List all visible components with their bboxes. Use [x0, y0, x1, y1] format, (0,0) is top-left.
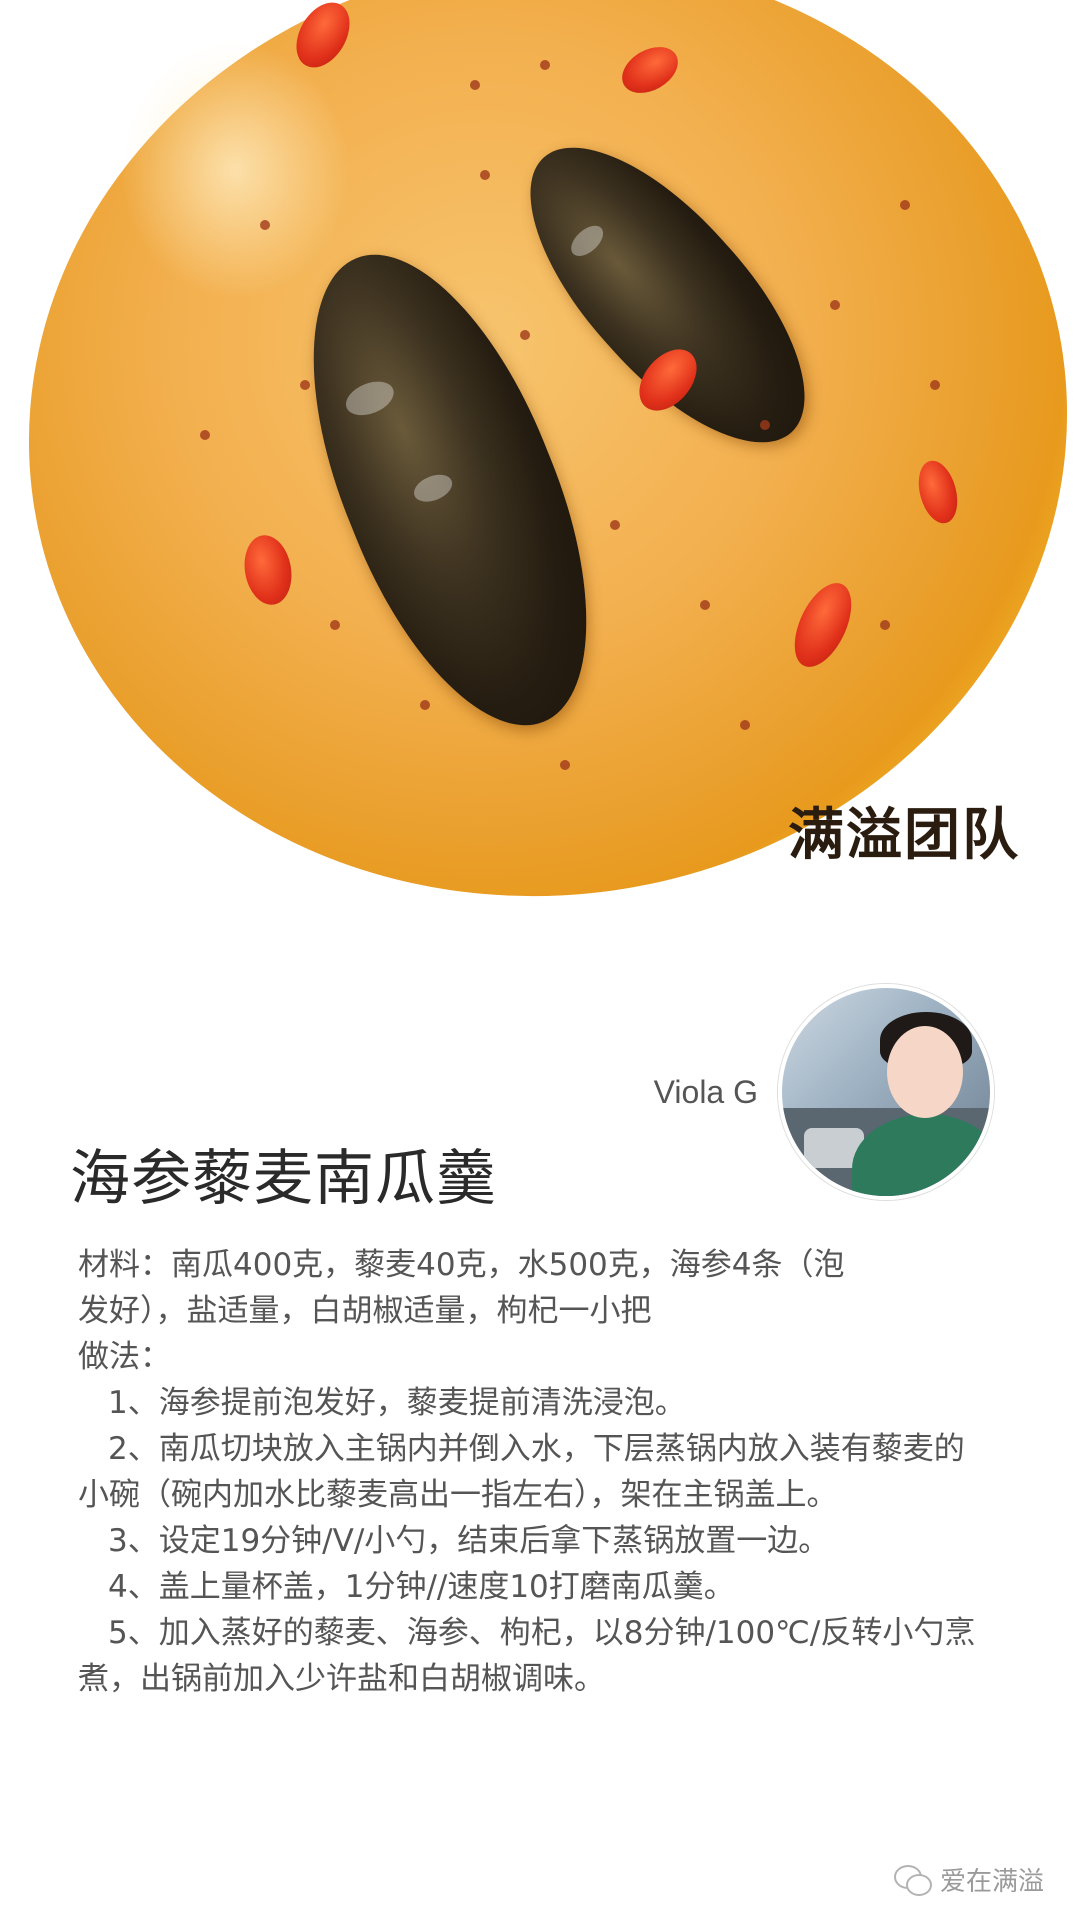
- author-avatar[interactable]: [778, 984, 994, 1200]
- author-name[interactable]: Viola G: [654, 1074, 758, 1111]
- watermark: 满溢团队: [788, 802, 1020, 868]
- footer-account[interactable]: 爱在满溢: [893, 1861, 1044, 1898]
- account-name: 爱在满溢: [939, 1867, 1044, 1897]
- recipe-title: 海参藜麦南瓜羹: [70, 1144, 497, 1214]
- wechat-icon: [893, 1864, 932, 1896]
- method-step: 3、设定19分钟/V/小勺，结束后拿下蒸锅放置一边。: [108, 1523, 830, 1559]
- method-step: 4、盖上量杯盖，1分钟//速度10打磨南瓜羹。: [108, 1569, 735, 1605]
- hero-photo: 满溢团队: [0, 0, 1080, 900]
- ingredients-text: 发好），盐适量，白胡椒适量，枸杞一小把: [78, 1293, 652, 1329]
- method-step: 1、海参提前泡发好，藜麦提前清洗浸泡。: [108, 1385, 686, 1421]
- method-label: 做法：: [78, 1339, 171, 1375]
- recipe-body: 材料：南瓜400克，藜麦40克，水500克，海参4条（泡 发好），盐适量，白胡椒…: [78, 1242, 978, 1702]
- ingredients-text: 材料：南瓜400克，藜麦40克，水500克，海参4条（泡: [78, 1247, 845, 1283]
- method-step: 2、南瓜切块放入主锅内并倒入水，下层蒸锅内放入装有藜麦的小碗（碗内加水比藜麦高出…: [78, 1431, 965, 1513]
- method-step: 5、加入蒸好的藜麦、海参、枸杞，以8分钟/100℃/反转小勺烹煮，出锅前加入少许…: [78, 1615, 976, 1697]
